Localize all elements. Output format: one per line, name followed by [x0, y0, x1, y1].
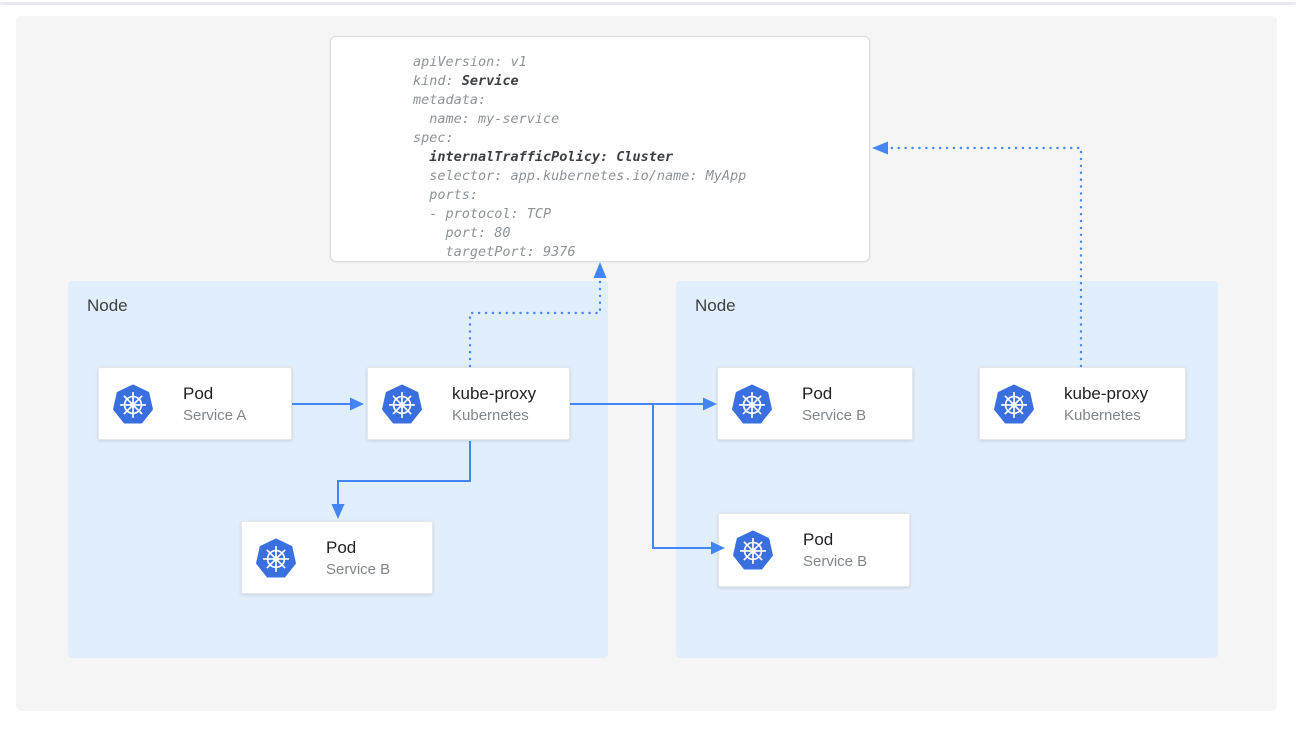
node-label: Node — [695, 296, 736, 316]
card-title: kube-proxy — [452, 383, 536, 404]
yaml-line: internalTrafficPolicy: Cluster — [413, 148, 869, 167]
kubernetes-icon — [255, 537, 297, 579]
card-subtitle: Service B — [326, 560, 390, 579]
card-kube-proxy-right: kube-proxy Kubernetes — [979, 367, 1186, 440]
yaml-line: metadata: — [413, 91, 869, 110]
yaml-line: port: 80 — [413, 224, 869, 243]
yaml-line: spec: — [413, 129, 869, 148]
yaml-line: name: my-service — [413, 110, 869, 129]
card-pod-service-b-right-top: Pod Service B — [717, 367, 913, 440]
card-subtitle: Kubernetes — [452, 406, 536, 425]
card-subtitle: Service B — [803, 552, 867, 571]
kubernetes-icon — [731, 383, 773, 425]
yaml-line: kind: Service — [413, 72, 869, 91]
yaml-line: - protocol: TCP — [413, 205, 869, 224]
service-yaml-card: apiVersion: v1 kind: Service metadata: n… — [330, 36, 870, 262]
node-box-left: Node — [68, 281, 608, 658]
kubernetes-icon — [732, 529, 774, 571]
kubernetes-icon — [112, 383, 154, 425]
card-title: Pod — [802, 383, 866, 404]
yaml-line: targetPort: 9376 — [413, 243, 869, 262]
kubernetes-icon — [993, 383, 1035, 425]
card-title: kube-proxy — [1064, 383, 1148, 404]
card-pod-service-b-right-bottom: Pod Service B — [718, 513, 910, 587]
card-kube-proxy-left: kube-proxy Kubernetes — [367, 367, 570, 440]
kubernetes-icon — [381, 383, 423, 425]
card-pod-service-a: Pod Service A — [98, 367, 292, 440]
node-box-right: Node — [676, 281, 1218, 658]
card-title: Pod — [183, 383, 246, 404]
service-internal-traffic-diagram: apiVersion: v1 kind: Service metadata: n… — [0, 0, 1296, 729]
page-top-border — [0, 2, 1296, 5]
node-label: Node — [87, 296, 128, 316]
card-subtitle: Service A — [183, 406, 246, 425]
card-subtitle: Service B — [802, 406, 866, 425]
card-title: Pod — [803, 529, 867, 550]
yaml-line: selector: app.kubernetes.io/name: MyApp — [413, 167, 869, 186]
card-pod-service-b-left: Pod Service B — [241, 521, 433, 594]
card-title: Pod — [326, 537, 390, 558]
yaml-line: ports: — [413, 186, 869, 205]
card-subtitle: Kubernetes — [1064, 406, 1148, 425]
yaml-line: apiVersion: v1 — [413, 53, 869, 72]
